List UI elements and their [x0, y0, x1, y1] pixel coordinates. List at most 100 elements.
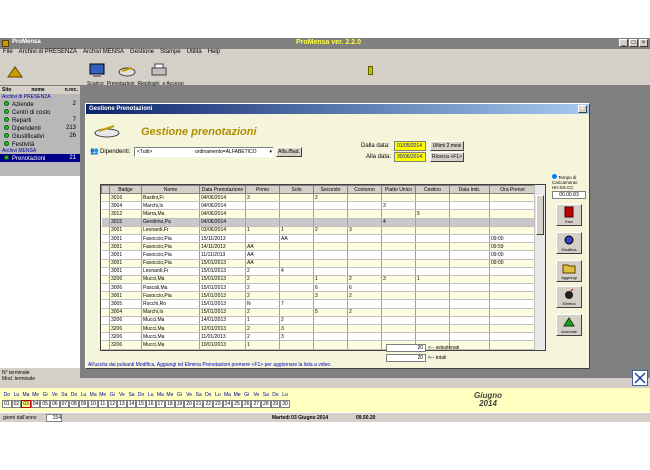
- table-row[interactable]: 3001 Fasoccio,Pia 15/01/2013 2 3 2: [101, 291, 536, 301]
- table-row[interactable]: 3001 Fasoccio,Pia 15/11/2013 AA 09:00: [101, 234, 536, 244]
- calendar-date[interactable]: 26: [241, 400, 252, 408]
- prenotazioni-grid[interactable]: Badge Nome Data Prenotazione Primo Solo Secon…: [100, 184, 546, 351]
- esci-button[interactable]: Esci: [556, 204, 582, 226]
- sidebar-item-reparti[interactable]: Reparti 7: [0, 116, 80, 124]
- ultimi-2-mesi-button[interactable]: Ultimi 2 mesi: [430, 141, 464, 151]
- dipendenti-select[interactable]: <Tutti> ordinamento=ALFABETICO ▾: [134, 147, 274, 157]
- maximize-icon[interactable]: □: [629, 39, 638, 47]
- minimize-icon[interactable]: _: [619, 39, 628, 47]
- ricerca-button[interactable]: Ricerca <F1>: [430, 152, 464, 162]
- calendar-date[interactable]: 05: [40, 400, 50, 408]
- riepiloghi-tool-icon[interactable]: [150, 62, 168, 78]
- table-cell: 3: [381, 201, 416, 211]
- calendar-date[interactable]: 12: [107, 400, 118, 408]
- menu-utilita[interactable]: Utilità: [187, 49, 202, 58]
- dialog-title: Gestione Prenotazioni: [89, 106, 153, 112]
- calendar-date[interactable]: 10: [88, 400, 98, 408]
- scarico-tool-icon[interactable]: [88, 62, 106, 78]
- dalla-data-input[interactable]: 01/05/2014: [394, 141, 426, 151]
- calendar-date[interactable]: 16: [145, 400, 156, 408]
- calendar-date[interactable]: 04: [30, 400, 41, 408]
- aggiungi-button[interactable]: Aggiungi: [556, 260, 582, 282]
- table-row[interactable]: 3206 Mucci,Ma 14/01/2013 1 2: [101, 316, 536, 326]
- menu-stampe[interactable]: Stampe: [160, 49, 181, 58]
- calendar-date[interactable]: 30: [280, 400, 290, 408]
- presenza-tool-icon[interactable]: [6, 64, 24, 80]
- table-row[interactable]: 3012 Marra,Ma 04/06/2014 5: [101, 209, 536, 219]
- calendar-date[interactable]: 06: [49, 400, 60, 408]
- sidebar-item-centri[interactable]: Centri di costo: [0, 108, 80, 116]
- calendar-date[interactable]: 01: [2, 400, 12, 408]
- calendar-day-name: Gi: [244, 392, 250, 398]
- table-row[interactable]: 3206 Mucci,Ma 12/01/2013 2 3: [101, 324, 536, 334]
- chevron-down-icon[interactable]: ▾: [269, 148, 272, 156]
- calendar-date[interactable]: 03: [21, 400, 31, 408]
- calendar-date[interactable]: 23: [213, 400, 223, 408]
- alla-data-input[interactable]: 30/06/2014: [394, 152, 426, 162]
- sidebar-item-aziende[interactable]: Aziende 2: [0, 100, 80, 108]
- table-row[interactable]: 3005 Rocchi,Ro 15/01/2013 N 7: [101, 299, 536, 309]
- table-row[interactable]: 3001 Leonardi,Fr 03/06/2014 1 1 2 3: [101, 226, 536, 235]
- sidebar-item-giustificativi[interactable]: Giustificativi 26: [0, 132, 80, 140]
- modifica-button[interactable]: Modifica: [556, 232, 582, 254]
- calendar-date[interactable]: 28: [261, 400, 271, 408]
- calendar-date[interactable]: 11: [97, 400, 108, 408]
- calendar-date[interactable]: 21: [193, 400, 204, 408]
- menu-file[interactable]: File: [3, 49, 13, 58]
- calendar-date[interactable]: 29: [270, 400, 281, 408]
- calendar-date[interactable]: 19: [174, 400, 185, 408]
- table-cell: [313, 267, 348, 276]
- table-row[interactable]: 3015 Gerolimo,Pa 04/06/2014 4: [101, 218, 536, 227]
- cross-arrows-icon[interactable]: [632, 370, 648, 386]
- calendar-date[interactable]: 14: [126, 400, 137, 408]
- calendar-date[interactable]: 15: [136, 400, 146, 408]
- table-cell: 2: [245, 324, 280, 334]
- table-row[interactable]: 3001 Leonardi,Fr 15/01/2013 2 4: [101, 267, 536, 276]
- table-row[interactable]: 3016 Bastini,Fi 04/06/2014 3 2: [101, 193, 536, 203]
- calendar-date[interactable]: 22: [203, 400, 214, 408]
- calendar-date[interactable]: 17: [155, 400, 166, 408]
- calendar-date[interactable]: 08: [69, 400, 79, 408]
- calendar-date[interactable]: 27: [251, 400, 262, 408]
- table-row[interactable]: 3206 Mucci,Ma 15/01/2013 2 1 2 3 1: [101, 275, 536, 285]
- calendar-date[interactable]: 18: [165, 400, 175, 408]
- prenotazioni-tool-icon[interactable]: [118, 62, 136, 78]
- menu-archivi-mensa[interactable]: Archivi MENSA: [83, 49, 124, 58]
- exit-door-icon: [564, 206, 574, 218]
- calendar-date[interactable]: 24: [222, 400, 233, 408]
- table-row[interactable]: 3206 Mucci,Ma 11/01/2013 2 3: [101, 332, 536, 342]
- sidebar-item-prenotazioni[interactable]: Prenotazioni 21: [0, 154, 80, 162]
- giorni-value: 154: [46, 414, 62, 422]
- close-icon[interactable]: ×: [639, 39, 648, 47]
- alfa-bad-button[interactable]: Alfa./Bad.: [276, 147, 302, 157]
- sidebar-item-dipendenti[interactable]: Dipendenti 213: [0, 124, 80, 132]
- anomale-button[interactable]: Anomale: [556, 314, 582, 336]
- elimina-button[interactable]: Elimina: [556, 286, 582, 308]
- table-cell: [279, 250, 314, 260]
- scroll-thumb[interactable]: [536, 195, 544, 235]
- calendar-date[interactable]: 09: [78, 400, 89, 408]
- calendar-date[interactable]: 02: [11, 400, 22, 408]
- sidebar-item-festivita[interactable]: Festività: [0, 140, 80, 148]
- menu-gestione[interactable]: Gestione: [130, 49, 154, 58]
- table-row[interactable]: 3004 Marchi,Is 04/06/2014 3: [101, 201, 536, 211]
- table-cell: 6: [347, 283, 382, 293]
- table-row[interactable]: 3001 Fasoccio,Pia 11/11/2013 AA 09:00: [101, 250, 536, 260]
- table-row[interactable]: 3001 Fasoccio,Pia 15/01/2013 AA 09:00: [101, 259, 536, 268]
- calendar-date[interactable]: 25: [232, 400, 242, 408]
- table-cell: Gerolimo,Pa: [141, 218, 200, 227]
- table-cell: 7: [279, 299, 314, 309]
- calendar-date[interactable]: 13: [117, 400, 127, 408]
- table-cell: 5: [415, 209, 450, 219]
- dialog-close-icon[interactable]: ×: [578, 105, 587, 113]
- table-row[interactable]: 3004 Marchi,Is 15/01/2013 2 5 2: [101, 308, 536, 317]
- grid-vscrollbar[interactable]: [534, 185, 545, 350]
- table-row[interactable]: 3001 Fasoccio,Pia 14/11/2013 AA 09:59: [101, 242, 536, 252]
- totali-box: 20: [386, 354, 426, 362]
- calendar-date[interactable]: 20: [184, 400, 194, 408]
- table-row[interactable]: 3006 Pascali,Ma 15/01/2013 2 6 6: [101, 283, 536, 293]
- calendar-date[interactable]: 07: [59, 400, 70, 408]
- table-row[interactable]: 3206 Mucci,Ma 10/01/2013 1: [101, 340, 536, 350]
- menu-help[interactable]: Help: [208, 49, 220, 58]
- menu-archivi-presenza[interactable]: Archivi di PRESENZA: [19, 49, 77, 58]
